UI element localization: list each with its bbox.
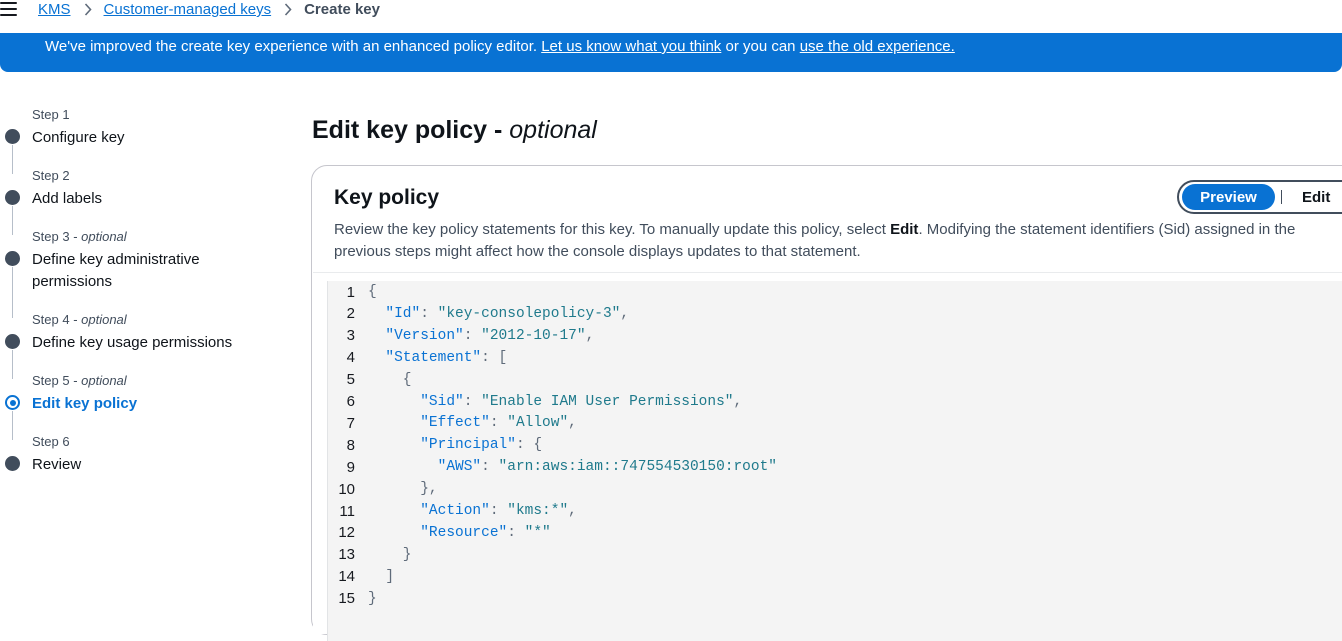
step-done-icon — [5, 190, 20, 205]
step-done-icon — [5, 129, 20, 144]
breadcrumb: KMS Customer-managed keys Create key — [38, 1, 380, 18]
edit-button[interactable]: Edit — [1302, 189, 1330, 206]
line-number: 6 — [346, 393, 355, 410]
policy-code-panel: 1{2 "Id": "key-consolepolicy-3", 3 "Versi… — [313, 272, 1342, 641]
step-admin-permissions[interactable]: Step 3 - optional Define key administrat… — [0, 227, 290, 318]
code-line: 1{ — [328, 281, 377, 303]
code-text: "Id": "key-consolepolicy-3", — [385, 305, 630, 322]
line-number: 14 — [338, 568, 355, 586]
edit-emphasis: Edit — [890, 221, 919, 238]
info-banner: We've improved the create key experience… — [0, 33, 1342, 72]
key-policy-container: Key policy Preview Edit Review the key p… — [311, 165, 1342, 641]
chevron-right-icon — [284, 3, 292, 16]
step-title: Review — [32, 456, 82, 473]
code-text: { — [368, 371, 412, 388]
line-number: 13 — [338, 546, 355, 564]
step-usage-permissions[interactable]: Step 4 - optional Define key usage permi… — [0, 310, 290, 379]
code-text: "Resource": "*" — [420, 524, 551, 541]
line-number: 12 — [338, 524, 355, 542]
step-add-labels[interactable]: Step 2 Add labels — [0, 166, 290, 235]
step-number: Step 4 - optional — [32, 312, 127, 327]
step-title: Configure key — [32, 129, 125, 146]
step-active-icon — [5, 395, 20, 410]
step-title: Define key usage permissions — [32, 334, 233, 351]
breadcrumb-kms[interactable]: KMS — [38, 1, 71, 18]
code-text: "Principal": { — [420, 437, 543, 454]
code-text: "Sid": "Enable IAM User Permissions", — [420, 393, 743, 410]
step-done-icon — [5, 251, 20, 266]
code-text: "AWS": "arn:aws:iam::747554530150:root" — [437, 459, 777, 476]
code-line: 4 "Statement": [ — [328, 347, 508, 369]
code-line: 3 "Version": "2012-10-17", — [328, 325, 595, 347]
chevron-right-icon — [84, 3, 92, 16]
card-title: Key policy — [334, 186, 440, 209]
wizard-steps: Step 1 Configure key Step 2 Add labels S… — [0, 105, 290, 493]
banner-text-middle: or you can — [721, 38, 800, 55]
step-configure-key[interactable]: Step 1 Configure key — [0, 105, 290, 174]
card-description: Review the key policy statements for thi… — [334, 221, 1296, 260]
line-number: 15 — [338, 590, 355, 608]
code-line: 9 "AWS": "arn:aws:iam::747554530150:root… — [328, 456, 777, 478]
line-number: 11 — [339, 502, 355, 520]
code-line: 7 "Effect": "Allow", — [328, 412, 577, 434]
code-line: 5 { — [328, 369, 412, 391]
step-number: Step 6 — [32, 434, 70, 449]
code-line: 8 "Principal": { — [328, 434, 542, 456]
code-line: 12 "Resource": "*" — [328, 522, 551, 544]
code-text: } — [368, 546, 412, 563]
banner-text: We've improved the create key experience… — [45, 38, 542, 55]
step-title: Define key administrative permissions — [32, 251, 200, 290]
menu-icon[interactable] — [0, 2, 17, 16]
step-title: Add labels — [32, 190, 103, 207]
toggle-divider — [1281, 190, 1282, 204]
breadcrumb-current: Create key — [304, 1, 380, 18]
step-number: Step 2 — [32, 168, 70, 183]
line-number: 10 — [338, 480, 355, 498]
page-title-optional: optional — [509, 116, 597, 144]
step-number: Step 3 - optional — [32, 229, 127, 244]
code-line: 10 }, — [328, 478, 438, 500]
code-text: "Action": "kms:*", — [420, 503, 577, 519]
line-number: 5 — [346, 371, 355, 389]
line-number: 8 — [346, 436, 355, 454]
line-number: 3 — [346, 327, 355, 345]
step-number: Step 5 - optional — [32, 373, 127, 388]
breadcrumb-customer-managed-keys[interactable]: Customer-managed keys — [104, 1, 272, 18]
code-line: 14 ] — [328, 566, 394, 588]
code-text: "Version": "2012-10-17", — [385, 327, 595, 344]
old-experience-link[interactable]: use the old experience. — [800, 38, 955, 55]
code-line: 6 "Sid": "Enable IAM User Permissions", — [328, 391, 743, 413]
code-line: 13 } — [328, 544, 412, 566]
step-review[interactable]: Step 6 Review — [0, 432, 290, 493]
policy-code-viewer[interactable]: 1{2 "Id": "key-consolepolicy-3", 3 "Versi… — [327, 281, 1342, 641]
code-text: }, — [368, 481, 438, 498]
code-line: 15} — [328, 588, 377, 610]
step-title: Edit key policy — [32, 395, 138, 412]
step-edit-key-policy[interactable]: Step 5 - optional Edit key policy — [0, 371, 290, 440]
code-text: { — [368, 284, 377, 300]
feedback-link[interactable]: Let us know what you think — [541, 38, 721, 55]
page-title: Edit key policy - optional — [312, 116, 597, 144]
code-line: 2 "Id": "key-consolepolicy-3", — [328, 303, 629, 325]
top-navigation: KMS Customer-managed keys Create key — [0, 0, 1342, 22]
view-mode-toggle: Preview Edit — [1177, 180, 1342, 214]
line-number: 9 — [346, 458, 355, 476]
code-text: ] — [368, 568, 395, 585]
line-number: 7 — [346, 414, 355, 432]
line-number: 4 — [346, 349, 355, 367]
line-number: 1 — [346, 283, 355, 301]
preview-button[interactable]: Preview — [1182, 184, 1275, 210]
code-line: 11 "Action": "kms:*", — [328, 500, 577, 522]
code-text: "Statement": [ — [385, 349, 508, 366]
code-text: } — [368, 590, 377, 607]
code-text: "Effect": "Allow", — [420, 415, 577, 432]
step-pending-icon — [5, 456, 20, 471]
step-done-icon — [5, 334, 20, 349]
step-number: Step 1 — [32, 107, 70, 122]
line-number: 2 — [346, 305, 355, 323]
